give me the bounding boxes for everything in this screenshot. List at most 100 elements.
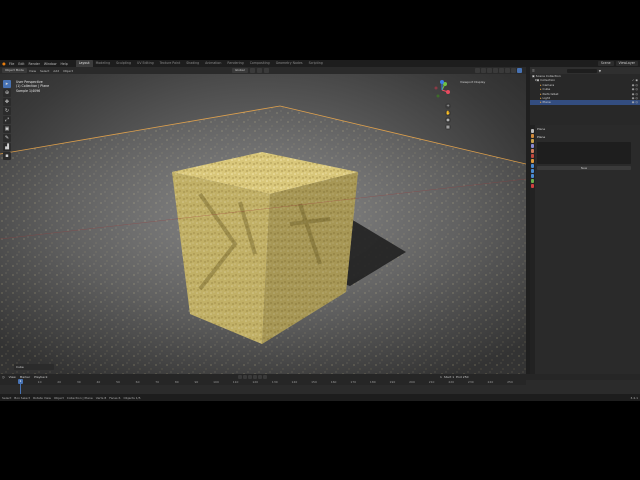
- timeline-editor: ◷ View Marker Playback 1 Start 1 End 250…: [0, 374, 640, 394]
- tab-sculpting[interactable]: Sculpting: [113, 60, 134, 67]
- filter-icon[interactable]: ▼: [599, 69, 601, 73]
- tool-tab-icon[interactable]: [531, 129, 534, 133]
- modifier-tab-icon[interactable]: [531, 164, 534, 168]
- status-collection: Collection | Plane: [66, 395, 93, 400]
- viewport-menu-view[interactable]: View: [27, 69, 38, 73]
- transform-orientation-dropdown[interactable]: Global: [232, 68, 248, 73]
- xray-icon[interactable]: [493, 68, 498, 73]
- gizmo-neg-y-axis[interactable]: [436, 94, 440, 98]
- tab-uv-editing[interactable]: UV Editing: [134, 60, 157, 67]
- timeline-editor-type-icon[interactable]: ◷: [2, 375, 5, 379]
- zoom-icon[interactable]: +: [445, 103, 451, 109]
- world-tab-icon[interactable]: [531, 154, 534, 158]
- annotate-icon[interactable]: ✎: [3, 134, 11, 142]
- scene-selectors: Scene ViewLayer: [597, 61, 638, 66]
- rotate-icon[interactable]: ↻: [3, 107, 11, 115]
- cursor-icon[interactable]: ⊕: [3, 89, 11, 97]
- properties-context: Plane: [537, 127, 545, 131]
- menu-help[interactable]: Help: [58, 62, 69, 66]
- menu-window[interactable]: Window: [42, 62, 59, 66]
- camera-view-icon[interactable]: ◉: [445, 117, 451, 123]
- navigation-buttons: + ✋ ◉ ▦: [445, 103, 451, 130]
- tab-scripting[interactable]: Scripting: [306, 60, 326, 67]
- material-slot-list[interactable]: [537, 142, 631, 164]
- current-frame-field[interactable]: 1: [440, 375, 442, 379]
- solid-shading-icon[interactable]: [505, 68, 510, 73]
- viewport-menu-select[interactable]: Select: [38, 69, 51, 73]
- pivot-icon[interactable]: [249, 68, 255, 73]
- outliner-search-input[interactable]: [566, 68, 597, 73]
- timeline-menu-playback[interactable]: Playback: [34, 375, 47, 379]
- start-frame-field[interactable]: Start 1: [444, 375, 454, 379]
- status-object: Object: [53, 395, 64, 400]
- scale-icon[interactable]: ⤢: [3, 116, 11, 124]
- visibility-icon[interactable]: ◉ ◎: [632, 100, 638, 104]
- rendered-shading-icon[interactable]: [517, 68, 522, 73]
- tab-animation[interactable]: Animation: [202, 60, 224, 67]
- material-shading-icon[interactable]: [511, 68, 516, 73]
- visibility-icon[interactable]: [475, 68, 480, 73]
- pan-hand-icon[interactable]: ✋: [445, 110, 451, 116]
- snap-icon[interactable]: [256, 68, 262, 73]
- measure-icon[interactable]: ▟: [3, 143, 11, 151]
- menu-edit[interactable]: Edit: [16, 62, 26, 66]
- tab-layout[interactable]: Layout: [75, 60, 93, 67]
- timeline-ruler[interactable]: 0102030405060708090100110120130140150160…: [0, 380, 526, 385]
- play-reverse-icon[interactable]: [248, 375, 252, 379]
- status-rotate-view: Rotate View: [33, 395, 51, 400]
- gizmo-z-axis[interactable]: [440, 80, 444, 84]
- view-layer-selector[interactable]: ViewLayer: [615, 61, 638, 66]
- object-tab-icon[interactable]: [531, 159, 534, 163]
- prev-keyframe-icon[interactable]: [243, 375, 247, 379]
- render-tab-icon[interactable]: [531, 134, 534, 138]
- gizmo-neg-x-axis[interactable]: [434, 86, 438, 90]
- viewport-menu-object[interactable]: Object: [61, 69, 75, 73]
- 3d-viewport[interactable]: ▸ ⊕ ✥ ↻ ⤢ ▣ ✎ ▟ ▪ User Perspective (1) C…: [0, 74, 526, 374]
- outliner-row-plane[interactable]: ▸ Plane ◉ ◎: [530, 100, 640, 105]
- last-operator-panel[interactable]: Cube: [14, 364, 54, 370]
- outliner-panel: ☰ ▼ ▣ Scene Collection ▾▣ Collection ✓ ◉…: [530, 67, 640, 125]
- move-icon[interactable]: ✥: [3, 98, 11, 106]
- outliner-display-mode-icon[interactable]: ☰: [532, 69, 535, 73]
- status-select: Select: [2, 395, 12, 400]
- data-tab-icon[interactable]: [531, 179, 534, 183]
- scene-tab-icon[interactable]: [531, 149, 534, 153]
- viewport-header: Object Mode View Select Add Object Globa…: [0, 67, 526, 74]
- timeline-tick-label: 130: [271, 380, 278, 384]
- navigation-gizmo[interactable]: [432, 80, 452, 100]
- select-icon[interactable]: ▸: [3, 80, 11, 88]
- wireframe-shading-icon[interactable]: [499, 68, 504, 73]
- view-layer-tab-icon[interactable]: [531, 144, 534, 148]
- output-tab-icon[interactable]: [531, 139, 534, 143]
- proportional-edit-icon[interactable]: [263, 68, 269, 73]
- grid-view-icon[interactable]: ▦: [445, 124, 451, 130]
- transform-icon[interactable]: ▣: [3, 125, 11, 133]
- tab-shading[interactable]: Shading: [183, 60, 202, 67]
- timeline-menu-view[interactable]: View: [9, 375, 16, 379]
- next-keyframe-icon[interactable]: [258, 375, 262, 379]
- tab-modeling[interactable]: Modeling: [93, 60, 114, 67]
- material-tab-icon[interactable]: [531, 184, 534, 188]
- play-icon[interactable]: [253, 375, 257, 379]
- material-slot-title[interactable]: Plane: [537, 135, 637, 140]
- tab-rendering[interactable]: Rendering: [224, 60, 246, 67]
- viewport-menu-add[interactable]: Add: [51, 69, 61, 73]
- gizmo-x-axis[interactable]: [446, 90, 450, 94]
- tab-texture-paint[interactable]: Texture Paint: [157, 60, 184, 67]
- new-material-button[interactable]: New: [537, 166, 631, 170]
- jump-end-icon[interactable]: [263, 375, 267, 379]
- timeline-tick-label: 120: [252, 380, 259, 384]
- scene-selector[interactable]: Scene: [597, 61, 614, 66]
- gizmo-toggle-icon[interactable]: [481, 68, 486, 73]
- add-cube-icon[interactable]: ▪: [3, 152, 11, 160]
- mode-dropdown[interactable]: Object Mode: [2, 68, 27, 73]
- particles-tab-icon[interactable]: [531, 169, 534, 173]
- menu-render[interactable]: Render: [27, 62, 42, 66]
- tab-compositing[interactable]: Compositing: [247, 60, 273, 67]
- overlay-toggle-icon[interactable]: [487, 68, 492, 73]
- jump-start-icon[interactable]: [238, 375, 242, 379]
- menu-file[interactable]: File: [7, 62, 16, 66]
- end-frame-field[interactable]: End 250: [456, 375, 468, 379]
- tab-geometry-nodes[interactable]: Geometry Nodes: [273, 60, 306, 67]
- physics-tab-icon[interactable]: [531, 174, 534, 178]
